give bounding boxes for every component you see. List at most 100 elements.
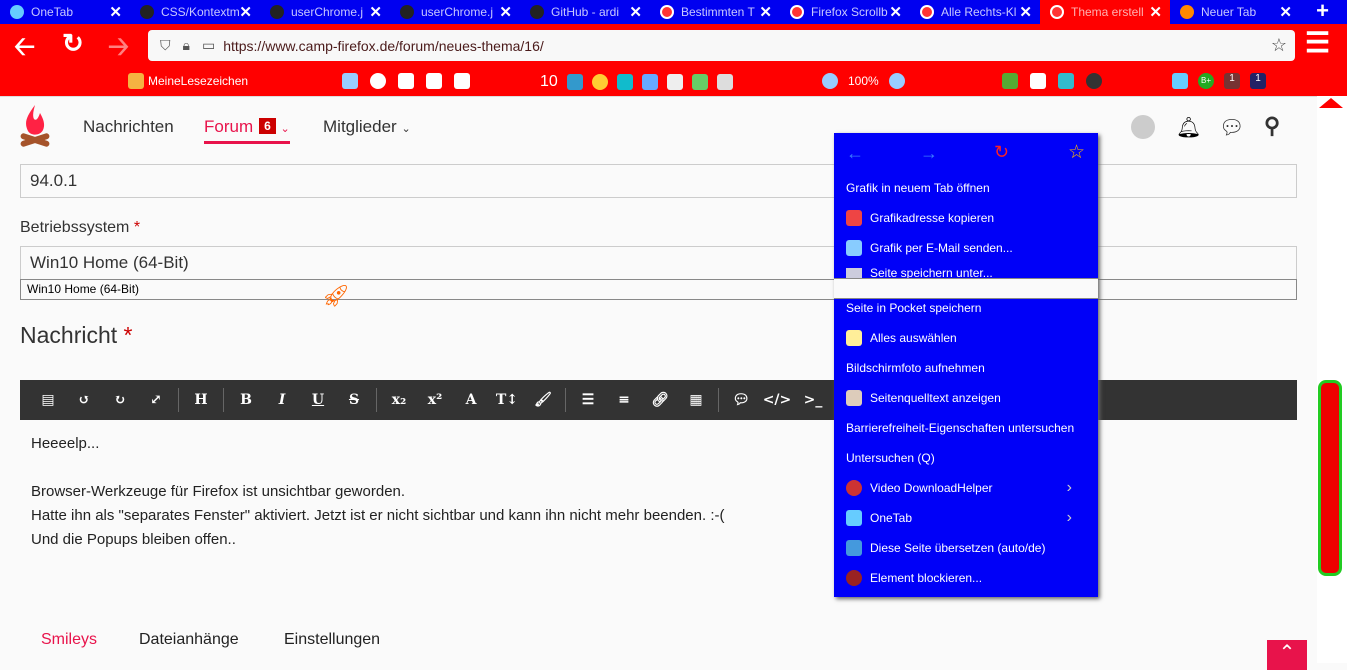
- underline-icon[interactable]: U: [300, 392, 336, 408]
- tab[interactable]: Firefox Scrollb ✕: [780, 0, 910, 24]
- autocomplete-option[interactable]: Win10 Home (64-Bit): [20, 279, 1297, 300]
- close-tab-icon[interactable]: ✕: [1019, 3, 1032, 21]
- menu-icon[interactable]: ☰: [1305, 26, 1330, 59]
- italic-icon[interactable]: I: [264, 392, 300, 408]
- menu-item[interactable]: OneTab ›: [846, 508, 1086, 528]
- color-brush-icon[interactable]: 🖌︎: [525, 392, 561, 408]
- menu-item[interactable]: Element blockieren...: [846, 568, 982, 588]
- menu-item[interactable]: Seite in Pocket speichern: [846, 298, 981, 318]
- ghostery-badge[interactable]: 1: [1250, 73, 1266, 89]
- nav-mitglieder[interactable]: Mitglieder ⌄: [323, 117, 411, 137]
- close-tab-icon[interactable]: ✕: [109, 3, 122, 21]
- close-tab-icon[interactable]: ✕: [889, 3, 902, 21]
- close-tab-icon[interactable]: ✕: [629, 3, 642, 21]
- version-input[interactable]: 94.0.1: [20, 164, 1297, 198]
- tab-attachments[interactable]: Dateianhänge: [139, 631, 239, 649]
- scroll-top-button[interactable]: ⌃: [1267, 640, 1307, 670]
- close-tab-icon[interactable]: ✕: [499, 3, 512, 21]
- menu-item[interactable]: Alles auswählen: [846, 328, 957, 348]
- save-icon[interactable]: [1058, 73, 1074, 89]
- tab-smileys[interactable]: Smileys: [41, 631, 97, 649]
- grid-icon[interactable]: [454, 73, 470, 89]
- list-icon[interactable]: ☰: [570, 392, 606, 408]
- link-icon[interactable]: 🔗︎: [642, 392, 678, 408]
- home-icon[interactable]: [342, 73, 358, 89]
- zoom-out-icon[interactable]: [822, 73, 838, 89]
- bookmark-star-icon[interactable]: ☆: [1068, 141, 1085, 164]
- forward-icon[interactable]: →: [920, 143, 938, 164]
- close-tab-icon[interactable]: ✕: [1149, 3, 1162, 21]
- os-input[interactable]: Win10 Home (64-Bit): [20, 246, 1297, 280]
- heading-icon[interactable]: H: [183, 392, 219, 408]
- menu-item[interactable]: Diese Seite übersetzen (auto/de): [846, 538, 1045, 558]
- nav-nachrichten[interactable]: Nachrichten: [83, 117, 174, 137]
- tab[interactable]: userChrome.j ✕: [390, 0, 520, 24]
- fullscreen-icon[interactable]: ⤢: [138, 392, 174, 408]
- menu-item[interactable]: Bildschirmfoto aufnehmen: [846, 358, 985, 378]
- bplus-icon[interactable]: B+: [1198, 73, 1214, 89]
- globe-icon[interactable]: [1030, 73, 1046, 89]
- sync-icon[interactable]: [566, 74, 583, 90]
- undo-icon[interactable]: ↺: [66, 392, 102, 408]
- close-tab-icon[interactable]: ✕: [239, 3, 252, 21]
- undo-close-icon[interactable]: [426, 73, 442, 89]
- menu-item[interactable]: Grafik per E-Mail senden...: [846, 238, 1013, 258]
- tab[interactable]: OneTab ✕: [0, 0, 130, 24]
- menu-item[interactable]: Barrierefreiheit-Eigenschaften untersuch…: [846, 418, 1074, 438]
- avatar[interactable]: [1131, 115, 1155, 139]
- menu-item[interactable]: Untersuchen (Q): [846, 448, 935, 468]
- url-text[interactable]: https://www.camp-firefox.de/forum/neues-…: [223, 38, 544, 54]
- inline-code-icon[interactable]: >_: [795, 392, 831, 408]
- menu-item[interactable]: Grafik in neuem Tab öffnen: [846, 178, 990, 198]
- tab[interactable]: GitHub - ardi ✕: [520, 0, 650, 24]
- code-icon[interactable]: </>: [759, 392, 795, 408]
- font-icon[interactable]: A: [453, 392, 489, 408]
- tab[interactable]: userChrome.j ✕: [260, 0, 390, 24]
- url-bar[interactable]: ⛉ 🔒︎ ▭ https://www.camp-firefox.de/forum…: [148, 30, 1295, 61]
- bookmark-star-icon[interactable]: ☆: [1271, 35, 1287, 56]
- menu-item[interactable]: Grafikadresse kopieren: [846, 208, 994, 228]
- gear-icon[interactable]: [641, 74, 658, 90]
- permissions-icon[interactable]: ▭: [202, 37, 215, 54]
- nav-forum[interactable]: Forum 6 ⌄: [204, 117, 290, 144]
- tab-active[interactable]: Thema erstell ✕: [1040, 0, 1170, 24]
- align-icon[interactable]: ≡: [606, 392, 642, 408]
- close-tab-icon[interactable]: ✕: [1279, 3, 1292, 21]
- back-icon[interactable]: ←: [846, 143, 864, 164]
- menu-item[interactable]: Seite speichern unter...: [846, 268, 993, 278]
- menu-item[interactable]: Seitenquelltext anzeigen: [846, 388, 1001, 408]
- subscript-icon[interactable]: x₂: [381, 392, 417, 408]
- ublock-badge[interactable]: 1: [1224, 73, 1240, 89]
- reload-icon[interactable]: [370, 73, 386, 89]
- reload-icon[interactable]: ↻: [62, 28, 84, 59]
- tab-settings[interactable]: Einstellungen: [284, 631, 380, 649]
- tab[interactable]: Bestimmten T ✕: [650, 0, 780, 24]
- site-logo[interactable]: [18, 103, 52, 151]
- tab[interactable]: CSS/Kontextm ✕: [130, 0, 260, 24]
- bell-icon[interactable]: 🔔︎: [1176, 115, 1201, 140]
- message-editor[interactable]: Heeeelp... Browser-Werkzeuge für Firefox…: [31, 432, 725, 552]
- source-icon[interactable]: ▤: [30, 392, 66, 408]
- scrollbar-thumb[interactable]: [1318, 380, 1342, 576]
- tab[interactable]: Neuer Tab ✕: [1170, 0, 1300, 24]
- font-size-icon[interactable]: T↕: [489, 392, 525, 408]
- menu-item[interactable]: Video DownloadHelper ›: [846, 478, 1086, 498]
- close-tab-icon[interactable]: ✕: [759, 3, 772, 21]
- zoom-in-icon[interactable]: [888, 73, 905, 89]
- equalizer-icon[interactable]: [691, 74, 708, 90]
- search-icon[interactable]: ⚲: [1264, 113, 1280, 139]
- shield-icon[interactable]: ⛉: [160, 37, 171, 54]
- onetab-icon[interactable]: [1172, 73, 1188, 89]
- puzzle-icon[interactable]: [616, 74, 633, 90]
- reload-icon[interactable]: ↻: [994, 142, 1009, 163]
- new-tab-button[interactable]: +: [1316, 0, 1329, 24]
- strikethrough-icon[interactable]: S: [336, 392, 372, 408]
- tab[interactable]: Alle Rechts-Kl ✕: [910, 0, 1040, 24]
- tools-icon[interactable]: [666, 74, 683, 90]
- scroll-up-icon[interactable]: [1319, 98, 1343, 108]
- bookmark-flag-icon[interactable]: [1002, 73, 1018, 89]
- table-icon[interactable]: ▦: [678, 392, 714, 408]
- notes-icon[interactable]: [716, 74, 733, 90]
- emoji-icon[interactable]: [591, 74, 608, 90]
- close-tab-icon[interactable]: ✕: [369, 3, 382, 21]
